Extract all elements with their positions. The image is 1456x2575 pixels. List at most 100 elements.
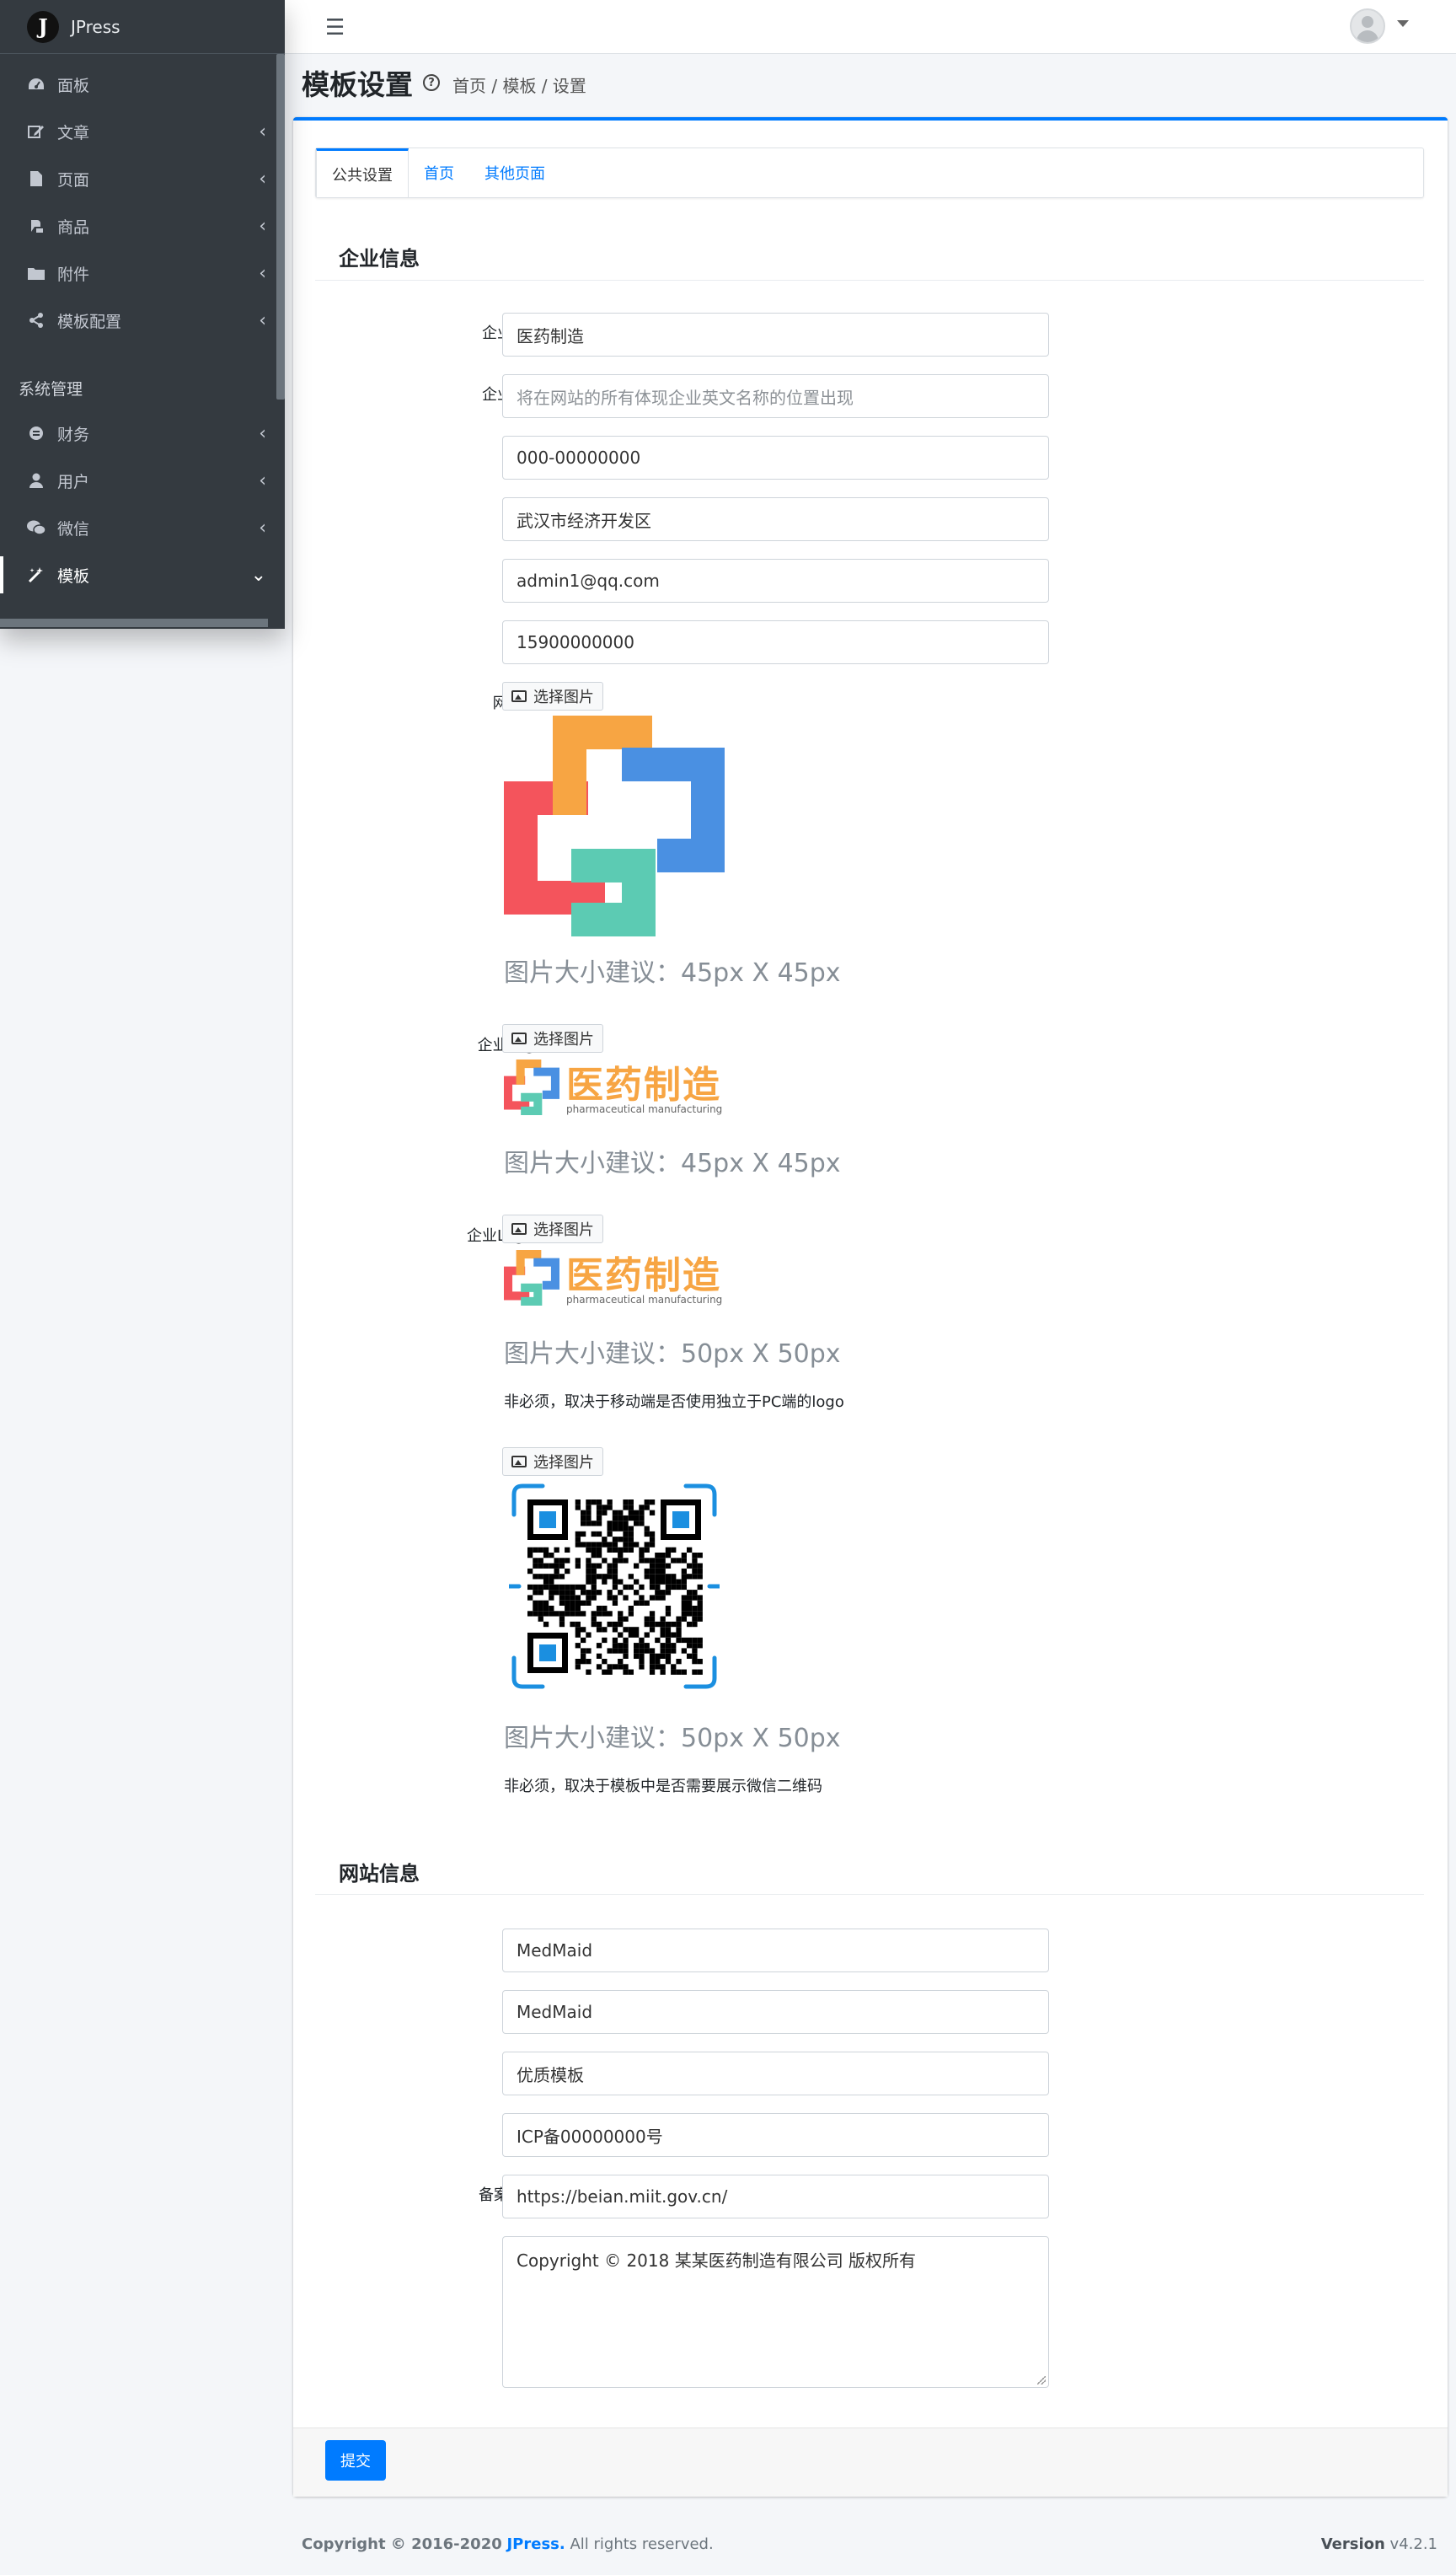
qr-module <box>565 1611 570 1617</box>
qr-module <box>634 1648 640 1654</box>
qr-module <box>623 1627 629 1633</box>
footer-copyright: Copyright © 2016-2020 JPress. All rights… <box>302 2535 714 2553</box>
qr-module <box>634 1590 640 1596</box>
qr-module <box>649 1621 656 1628</box>
qr-module <box>644 1600 650 1606</box>
sidebar-item-pages[interactable]: 页面 ‹ <box>0 155 285 202</box>
qr-module <box>687 1621 693 1628</box>
sidebar-item-articles[interactable]: 文章 ‹ <box>0 108 285 155</box>
qr-module <box>596 1542 602 1548</box>
submit-button[interactable]: 提交 <box>325 2440 386 2481</box>
contact-address-input[interactable]: 武汉市经济开发区 <box>502 497 1049 541</box>
image-size-hint: 图片大小建议：45px X 45px <box>504 958 841 988</box>
qr-module <box>660 1590 666 1596</box>
sidebar-item-products[interactable]: 商品 ‹ <box>0 202 285 249</box>
site-subtitle-input[interactable]: 优质模板 <box>502 2052 1049 2095</box>
site-name-input[interactable]: MedMaid <box>502 1929 1049 1972</box>
qr-module <box>612 1664 618 1670</box>
contact-email-input[interactable]: admin1@qq.com <box>502 559 1049 603</box>
qr-module <box>591 1499 597 1505</box>
qr-module <box>665 1553 672 1558</box>
sidebar-item-dashboard[interactable]: 面板 <box>0 61 285 108</box>
footer-brand-link[interactable]: JPress. <box>506 2535 565 2553</box>
tab-public-settings[interactable]: 公共设置 <box>316 148 409 197</box>
qr-module <box>559 1590 565 1596</box>
qr-module <box>649 1579 656 1585</box>
site-title-input[interactable]: MedMaid <box>502 1990 1049 2034</box>
brand-link[interactable]: J JPress <box>0 0 285 54</box>
qr-module <box>655 1637 661 1644</box>
qr-module <box>596 1521 602 1526</box>
qr-module <box>533 1606 538 1612</box>
qr-module <box>543 1621 549 1628</box>
qr-module <box>607 1547 613 1553</box>
qr-module <box>671 1584 677 1591</box>
company-name-cn-input[interactable]: 医药制造 <box>502 313 1049 357</box>
icp-link-input[interactable]: https://beian.miit.gov.cn/ <box>502 2175 1049 2218</box>
sidebar-item-users[interactable]: 用户 ‹ <box>0 457 285 504</box>
avatar[interactable] <box>1350 8 1385 44</box>
select-image-button[interactable]: 选择图片 <box>502 682 603 711</box>
qr-module <box>692 1616 698 1622</box>
qr-module <box>639 1510 645 1515</box>
sidebar-item-finance[interactable]: 财务 ‹ <box>0 410 285 457</box>
qr-module <box>612 1568 618 1575</box>
qr-module <box>623 1547 629 1553</box>
select-image-button[interactable]: 选择图片 <box>502 1447 603 1476</box>
sidebar-scrollbar[interactable] <box>276 54 285 400</box>
qr-module <box>543 1584 549 1591</box>
version-label: Version <box>1320 2535 1385 2553</box>
sidebar-horizontal-scrollbar[interactable] <box>0 619 268 627</box>
tab-home[interactable]: 首页 <box>409 148 469 197</box>
qr-module <box>618 1558 624 1564</box>
select-image-button[interactable]: 选择图片 <box>502 1024 603 1053</box>
section-title-site: 网站信息 <box>339 1862 420 1886</box>
help-icon[interactable]: ? <box>423 74 440 91</box>
logo-text: 医药制造 <box>566 1064 721 1107</box>
breadcrumb: 首页 / 模板 / 设置 <box>452 76 586 96</box>
qr-module <box>570 1606 575 1612</box>
qr-module <box>543 1600 549 1606</box>
qr-module <box>538 1584 543 1591</box>
qr-module <box>538 1547 543 1553</box>
qr-module <box>681 1595 687 1601</box>
qr-module <box>543 1563 549 1569</box>
qr-module <box>628 1547 634 1553</box>
icp-number-input[interactable]: ICP备00000000号 <box>502 2113 1049 2157</box>
button-label: 选择图片 <box>533 689 594 706</box>
qr-module <box>586 1558 592 1564</box>
sidebar-item-attachments[interactable]: 附件 ‹ <box>0 249 285 297</box>
tab-other-pages[interactable]: 其他页面 <box>469 148 560 197</box>
share-icon <box>27 313 46 328</box>
qr-module <box>628 1627 634 1633</box>
qr-module <box>591 1595 597 1601</box>
qr-module <box>591 1621 597 1628</box>
company-name-en-input[interactable]: 将在网站的所有体现企业英文名称的位置出现 <box>502 374 1049 418</box>
menu-toggle-icon[interactable]: ☰ <box>325 15 345 40</box>
select-image-button[interactable]: 选择图片 <box>502 1215 603 1243</box>
sidebar-item-template-config[interactable]: 模板配置 ‹ <box>0 297 285 344</box>
contact-mobile-input[interactable]: 15900000000 <box>502 620 1049 664</box>
qr-module <box>681 1669 687 1675</box>
copyright-text: Copyright © 2018 某某医药制造有限公司 版权所有 <box>517 2250 917 2271</box>
sidebar-item-label: 模板 <box>57 566 90 586</box>
copyright-textarea[interactable]: Copyright © 2018 某某医药制造有限公司 版权所有 <box>502 2236 1049 2388</box>
qr-module <box>676 1659 682 1665</box>
service-hotline-input[interactable]: 000-00000000 <box>502 436 1049 480</box>
qr-module <box>697 1584 703 1591</box>
qr-module <box>649 1568 656 1575</box>
wechat-icon <box>27 520 46 535</box>
qr-module <box>602 1510 608 1515</box>
qr-module <box>655 1579 661 1585</box>
qr-module <box>602 1669 608 1675</box>
qr-module <box>655 1584 661 1591</box>
qr-module <box>596 1574 602 1580</box>
caret-down-icon[interactable] <box>1397 20 1409 27</box>
sidebar-item-wechat[interactable]: 微信 ‹ <box>0 504 285 551</box>
qr-module <box>559 1611 565 1617</box>
qr-module <box>554 1563 559 1569</box>
sidebar-item-template[interactable]: 模板 ⌄ <box>0 551 285 598</box>
resize-handle[interactable] <box>1037 2376 1046 2385</box>
qr-module <box>570 1595 575 1601</box>
qr-module <box>649 1558 656 1564</box>
